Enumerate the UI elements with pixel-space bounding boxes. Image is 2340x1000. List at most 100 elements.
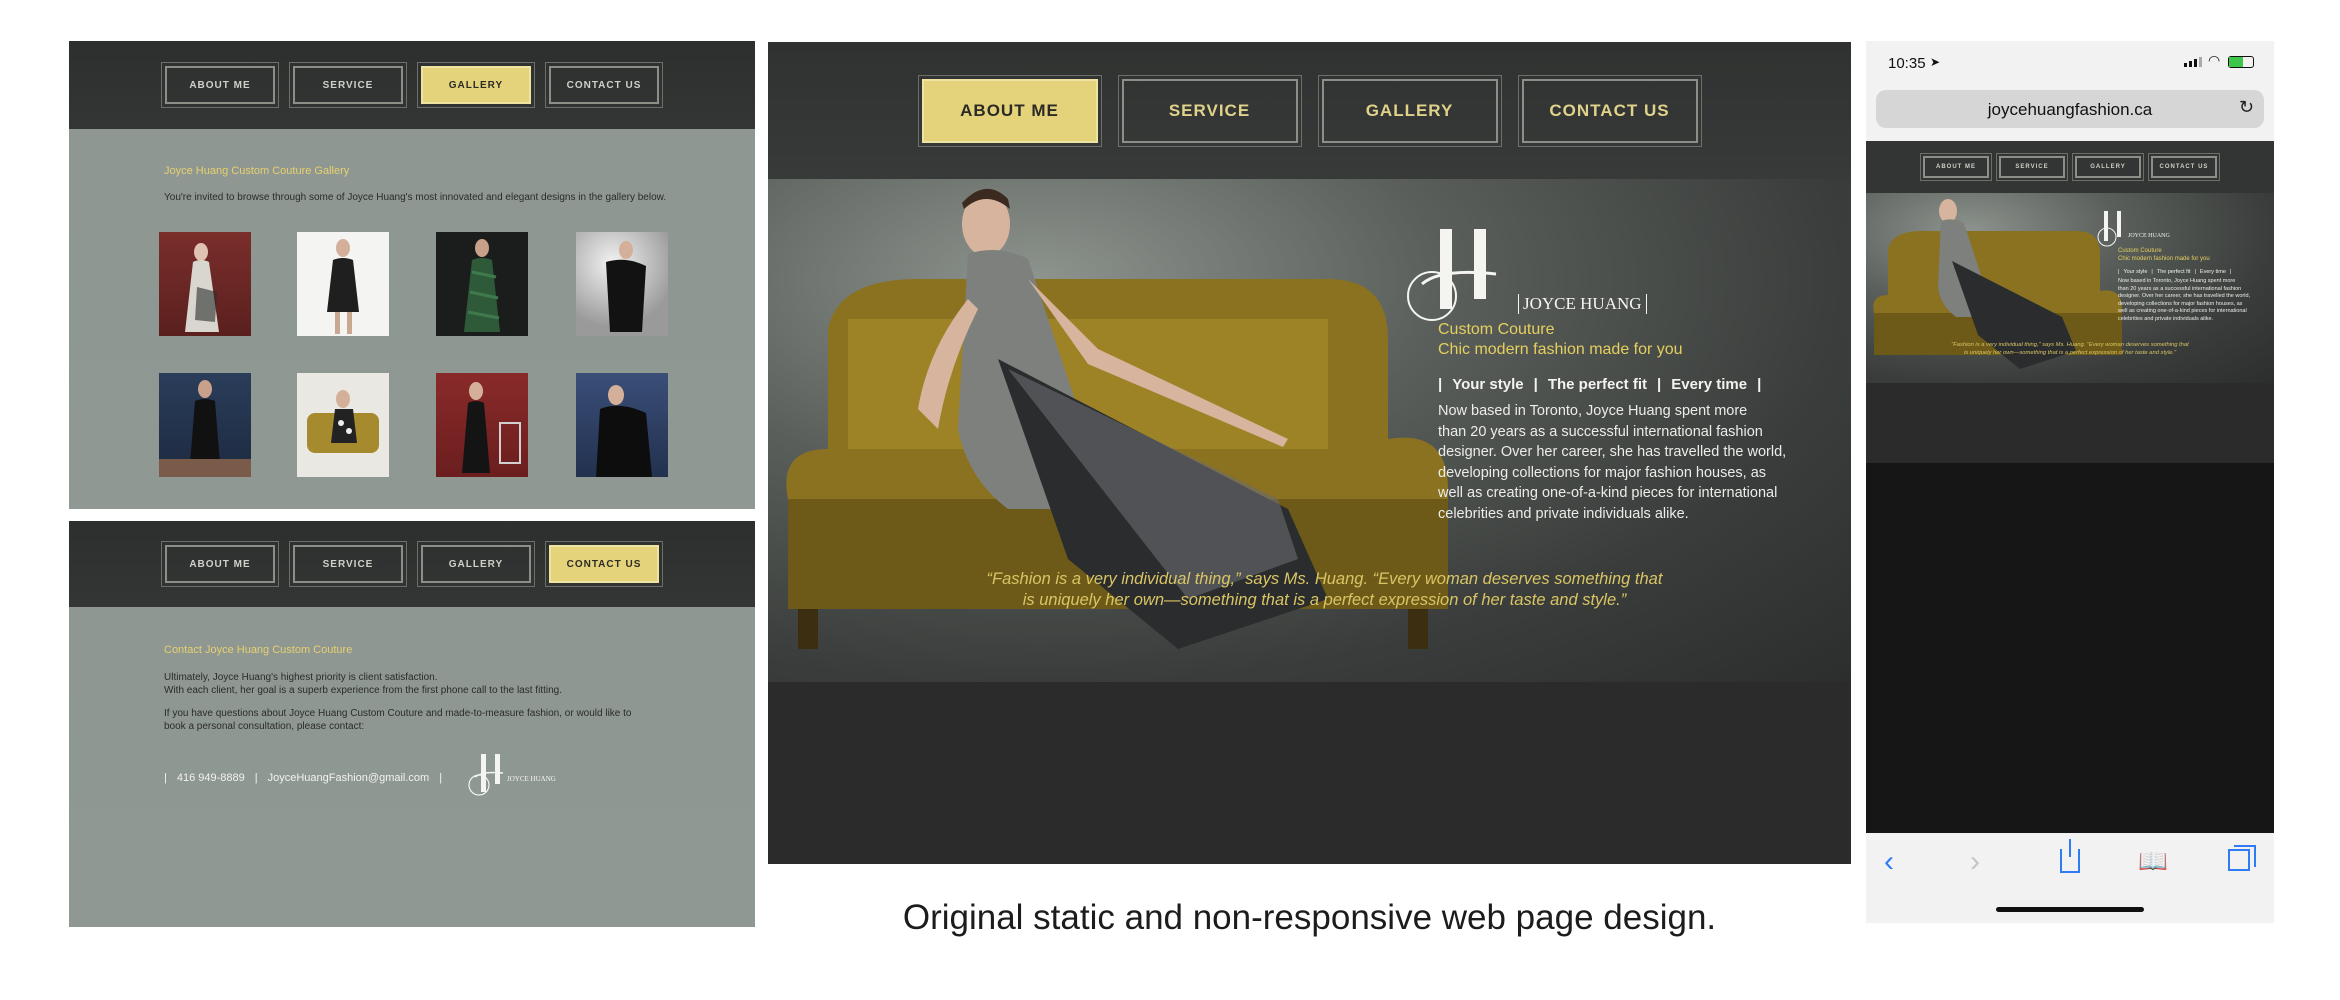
gallery-thumb-6[interactable] <box>297 373 389 477</box>
quote-line-2: is uniquely her own—something that is a … <box>1963 350 2177 356</box>
contact-p2-line1: If you have questions about Joyce Huang … <box>164 708 632 719</box>
gallery-thumb-3[interactable] <box>436 232 528 336</box>
nav-about-button[interactable]: ABOUT ME <box>161 541 279 587</box>
mobile-site-nav: ABOUT ME SERVICE GALLERY CONTACT US <box>1866 141 2274 193</box>
status-time: 10:35 <box>1888 55 1926 72</box>
contact-p1-line1: Ultimately, Joyce Huang's highest priori… <box>164 672 438 683</box>
nav-contact-button[interactable]: CONTACT US <box>1517 74 1702 147</box>
forward-icon[interactable]: › <box>1970 845 1980 879</box>
bio-line: celebrities and private individuals alik… <box>2118 315 2214 322</box>
nav-gallery-button[interactable]: GALLERY <box>1317 74 1502 147</box>
home-page-screenshot: ABOUT ME SERVICE GALLERY CONTACT US JOYC… <box>768 42 1851 864</box>
nav-contact-button[interactable]: CONTACT US <box>545 62 663 108</box>
gallery-intro: You're invited to browse through some of… <box>164 192 667 203</box>
home-footer-area <box>768 682 1851 864</box>
jh-monogram-icon <box>468 754 504 796</box>
home-nav-bar: ABOUT ME SERVICE GALLERY CONTACT US <box>768 42 1851 179</box>
phone-screenshot: 10:35 ➤ ◠ joycehuangfashion.ca ↻ ABOUT M… <box>1866 41 2274 923</box>
hero-section: JOYCE HUANG Custom Couture Chic modern f… <box>768 179 1851 682</box>
reload-icon[interactable]: ↻ <box>2239 97 2254 118</box>
share-icon[interactable] <box>2060 839 2080 873</box>
gallery-nav-bar: ABOUT ME SERVICE GALLERY CONTACT US <box>69 41 755 129</box>
bookmarks-icon[interactable]: 📖 <box>2138 847 2168 876</box>
mobile-tagline-1: Custom Couture <box>2118 248 2162 254</box>
feature-3: Every time <box>2199 269 2226 275</box>
separator: | <box>1533 376 1538 393</box>
nav-gallery-button[interactable]: GALLERY <box>417 541 535 587</box>
nav-contact-button[interactable]: CONTACT US <box>545 541 663 587</box>
contact-phone[interactable]: 416 949-8889 <box>177 772 245 784</box>
mobile-logo-text: JOYCE HUANG <box>2128 233 2170 239</box>
gallery-thumb-7[interactable] <box>436 373 528 477</box>
bio-line: designer. Over her career, she has trave… <box>2118 293 2251 299</box>
bio-line: celebrities and private individuals alik… <box>1438 505 1689 522</box>
contact-email[interactable]: JoyceHuangFashion@gmail.com <box>268 772 430 784</box>
nav-service-button[interactable]: SERVICE <box>289 541 407 587</box>
bio-line: Now based in Toronto, Joyce Huang spent … <box>2118 278 2236 284</box>
nav-gallery-button[interactable]: GALLERY <box>2072 153 2144 181</box>
contact-logo-text: JOYCE HUANG <box>507 775 556 783</box>
bio-line: well as creating one-of-a-kind pieces fo… <box>2118 308 2247 314</box>
bio-line: than 20 years as a successful internatio… <box>2118 285 2242 292</box>
contact-p2-line2: book a personal consultation, please con… <box>164 721 365 732</box>
nav-gallery-button[interactable]: GALLERY <box>417 62 535 108</box>
jh-monogram-icon <box>1407 229 1497 321</box>
bio-line: developing collections for major fashion… <box>2118 300 2243 307</box>
mobile-empty-area <box>1866 463 2274 833</box>
feature-2: The perfect fit <box>1547 376 1648 393</box>
contact-logo: JOYCE HUANG <box>465 749 585 799</box>
signal-icon <box>2184 57 2202 67</box>
bio-line: designer. Over her career, she has trave… <box>1438 444 1787 460</box>
mobile-quote: “Fashion is a very individual thing,” sa… <box>1866 341 2274 357</box>
nav-service-button[interactable]: SERVICE <box>289 62 407 108</box>
mobile-tagline-2: Chic modern fashion made for you <box>2118 256 2210 262</box>
home-indicator <box>1996 907 2144 912</box>
gallery-thumb-2[interactable] <box>297 232 389 336</box>
bio-line: than 20 years as a successful internatio… <box>1438 423 1763 440</box>
mobile-features: | Your style | The perfect fit | Every t… <box>2118 269 2231 275</box>
home-tagline-2: Chic modern fashion made for you <box>1438 341 1683 358</box>
status-bar: 10:35 ➤ ◠ <box>1866 41 2274 86</box>
nav-about-button[interactable]: ABOUT ME <box>917 74 1102 147</box>
gallery-thumb-4[interactable] <box>576 232 668 336</box>
nav-about-button[interactable]: ABOUT ME <box>161 62 279 108</box>
gallery-thumb-8[interactable] <box>576 373 668 477</box>
separator: | <box>1657 376 1662 393</box>
gallery-thumb-1[interactable] <box>159 232 251 336</box>
separator: | <box>2229 269 2232 275</box>
nav-contact-button[interactable]: CONTACT US <box>2148 153 2220 181</box>
quote-line-1: “Fashion is a very individual thing,” sa… <box>986 570 1663 588</box>
home-bio: Now based in Toronto, Joyce Huang spent … <box>1438 401 1838 524</box>
tabs-icon[interactable] <box>2228 845 2256 871</box>
back-icon[interactable]: ‹ <box>1884 845 1894 879</box>
nav-service-button[interactable]: SERVICE <box>1117 74 1302 147</box>
feature-1: Your style <box>1452 376 1524 393</box>
gallery-thumb-5[interactable] <box>159 373 251 477</box>
address-bar[interactable]: joycehuangfashion.ca ↻ <box>1876 90 2264 128</box>
nav-about-button[interactable]: ABOUT ME <box>1920 153 1992 181</box>
nav-service-button[interactable]: SERVICE <box>1996 153 2068 181</box>
separator: | <box>439 772 443 784</box>
browser-toolbar: ‹ › 📖 <box>1866 833 2274 923</box>
contact-nav-bar: ABOUT ME SERVICE GALLERY CONTACT US <box>69 521 755 607</box>
bio-line: well as creating one-of-a-kind pieces fo… <box>1438 485 1778 501</box>
gallery-page-screenshot: ABOUT ME SERVICE GALLERY CONTACT US Joyc… <box>69 41 755 509</box>
separator: | <box>2151 269 2153 275</box>
quote-line-2: is uniquely her own—something that is a … <box>1022 591 1627 609</box>
url-text: joycehuangfashion.ca <box>1987 100 2153 119</box>
home-quote: “Fashion is a very individual thing,” sa… <box>768 569 1851 611</box>
home-features: | Your style | The perfect fit | Every t… <box>1438 376 1761 393</box>
separator: | <box>164 772 167 784</box>
mobile-dark-band <box>1866 383 2274 463</box>
gallery-title: Joyce Huang Custom Couture Gallery <box>164 165 350 177</box>
mobile-hero: JOYCE HUANG Custom Couture Chic modern f… <box>1866 193 2274 383</box>
feature-2: The perfect fit <box>2156 269 2191 275</box>
separator: | <box>1438 376 1443 393</box>
home-logo-text: JOYCE HUANG <box>1518 294 1647 314</box>
contact-body: Contact Joyce Huang Custom Couture Ultim… <box>69 607 755 927</box>
separator: | <box>2194 269 2196 275</box>
caption: Original static and non-responsive web p… <box>902 898 1717 937</box>
separator: | <box>1757 376 1762 393</box>
bio-line: developing collections for major fashion… <box>1438 464 1767 481</box>
feature-1: Your style <box>2123 269 2148 275</box>
